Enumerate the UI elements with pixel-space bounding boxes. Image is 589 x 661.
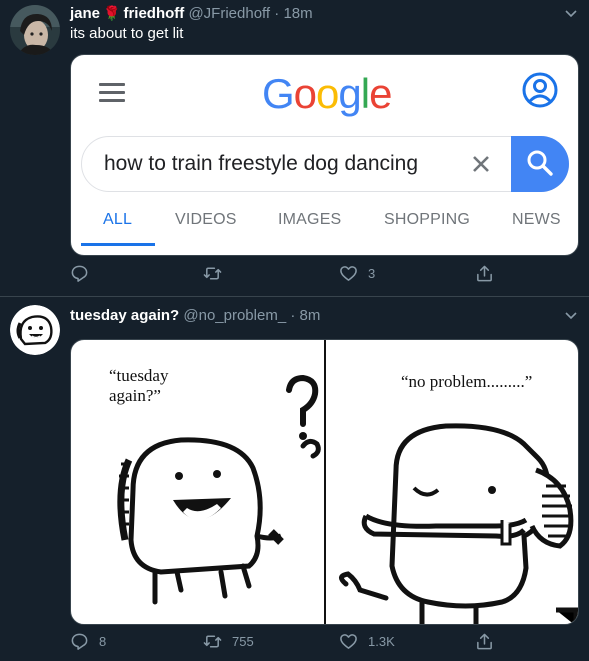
tweet-tuesday-again[interactable]: tuesday again? @no_problem_ · 8m “tuesda… xyxy=(0,297,589,661)
share-button[interactable] xyxy=(475,632,504,651)
reply-button[interactable] xyxy=(70,264,99,283)
separator-dot: · xyxy=(290,307,296,324)
share-button[interactable] xyxy=(475,264,504,283)
retweet-icon xyxy=(203,635,222,648)
reply-count: 8 xyxy=(99,634,107,649)
avatar[interactable] xyxy=(10,305,60,355)
rose-emoji-icon: 🌹 xyxy=(103,5,121,21)
comic-left-panel-drawing xyxy=(117,374,321,605)
retweet-button[interactable] xyxy=(203,264,232,283)
retweet-icon xyxy=(203,267,222,280)
tab-images: IMAGES xyxy=(278,211,342,228)
hamburger-menu-icon xyxy=(99,83,125,103)
like-count: 1.3K xyxy=(368,634,395,649)
share-icon xyxy=(477,633,492,650)
display-name[interactable]: tuesday again? xyxy=(70,307,179,324)
retweet-button[interactable]: 755 xyxy=(203,632,254,651)
search-tabs: ALL VIDEOS IMAGES SHOPPING NEWS xyxy=(71,201,578,246)
tab-news: NEWS xyxy=(512,211,561,228)
avatar[interactable] xyxy=(10,5,60,55)
like-icon xyxy=(340,266,357,281)
separator-dot: · xyxy=(274,5,280,22)
comic-right-panel-drawing xyxy=(339,423,578,624)
tweet-actions: 3 xyxy=(70,264,579,288)
search-button xyxy=(511,136,569,192)
tab-all: ALL xyxy=(103,211,133,228)
display-name-last[interactable]: friedhoff xyxy=(123,5,184,22)
tweet-actions: 8 755 1.3K xyxy=(70,632,579,656)
search-query: how to train freestyle dog dancing xyxy=(104,152,419,175)
reply-icon xyxy=(71,633,88,650)
tweet-jane-friedhoff[interactable]: jane 🌹 friedhoff @JFriedhoff · 18m its abo… xyxy=(0,0,589,296)
like-button[interactable]: 1.3K xyxy=(339,632,395,651)
tab-videos: VIDEOS xyxy=(175,211,237,228)
tab-shopping: SHOPPING xyxy=(384,211,471,228)
reply-button[interactable]: 8 xyxy=(70,632,106,651)
display-name-first[interactable]: jane xyxy=(70,5,100,22)
chevron-down-icon[interactable] xyxy=(565,312,577,320)
user-handle[interactable]: @JFriedhoff xyxy=(188,5,270,22)
like-icon xyxy=(340,634,357,649)
google-logo: Google xyxy=(262,70,392,117)
timestamp[interactable]: 18m xyxy=(283,5,312,22)
tweet-text: its about to get lit xyxy=(70,25,184,42)
account-circle-icon xyxy=(522,72,558,108)
chevron-down-icon[interactable] xyxy=(565,10,577,18)
like-button[interactable]: 3 xyxy=(339,264,375,283)
like-count: 3 xyxy=(368,266,376,281)
tweet-header: jane 🌹 friedhoff @JFriedhoff · 18m xyxy=(70,4,313,23)
search-icon xyxy=(527,150,553,176)
clear-icon xyxy=(473,156,489,172)
timestamp[interactable]: 8m xyxy=(300,307,321,324)
user-handle[interactable]: @no_problem_ xyxy=(183,307,286,324)
tweet-header: tuesday again? @no_problem_ · 8m xyxy=(70,307,320,325)
search-box: how to train freestyle dog dancing xyxy=(81,136,569,192)
google-search-screenshot[interactable]: Google how to train freestyle dog dancin… xyxy=(70,54,579,256)
retweet-count: 755 xyxy=(232,634,254,649)
reply-icon xyxy=(71,265,88,282)
share-icon xyxy=(477,265,492,282)
active-tab-indicator xyxy=(81,243,155,246)
comic-image[interactable]: “tuesday again?” “no problem.........” xyxy=(70,339,579,625)
